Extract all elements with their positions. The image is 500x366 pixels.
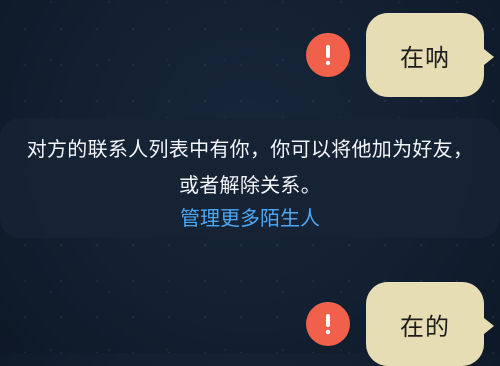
system-notice-text: 对方的联系人列表中有你，你可以将他加为好友，或者解除关系。 (26, 139, 474, 197)
message-text: 在呐 (400, 43, 450, 72)
outgoing-message: 在呐 (306, 13, 494, 97)
system-notice: 对方的联系人列表中有你，你可以将他加为好友，或者解除关系。 管理更多陌生人 (0, 118, 500, 238)
error-icon[interactable] (306, 302, 350, 346)
chat-area: 在呐 对方的联系人列表中有你，你可以将他加为好友，或者解除关系。 管理更多陌生人… (0, 0, 500, 366)
manage-strangers-link[interactable]: 管理更多陌生人 (180, 204, 320, 234)
outgoing-message: 在的 (306, 282, 494, 366)
message-bubble[interactable]: 在呐 (366, 13, 494, 97)
message-bubble[interactable]: 在的 (366, 282, 494, 366)
error-icon[interactable] (306, 33, 350, 77)
message-text: 在的 (400, 312, 450, 341)
